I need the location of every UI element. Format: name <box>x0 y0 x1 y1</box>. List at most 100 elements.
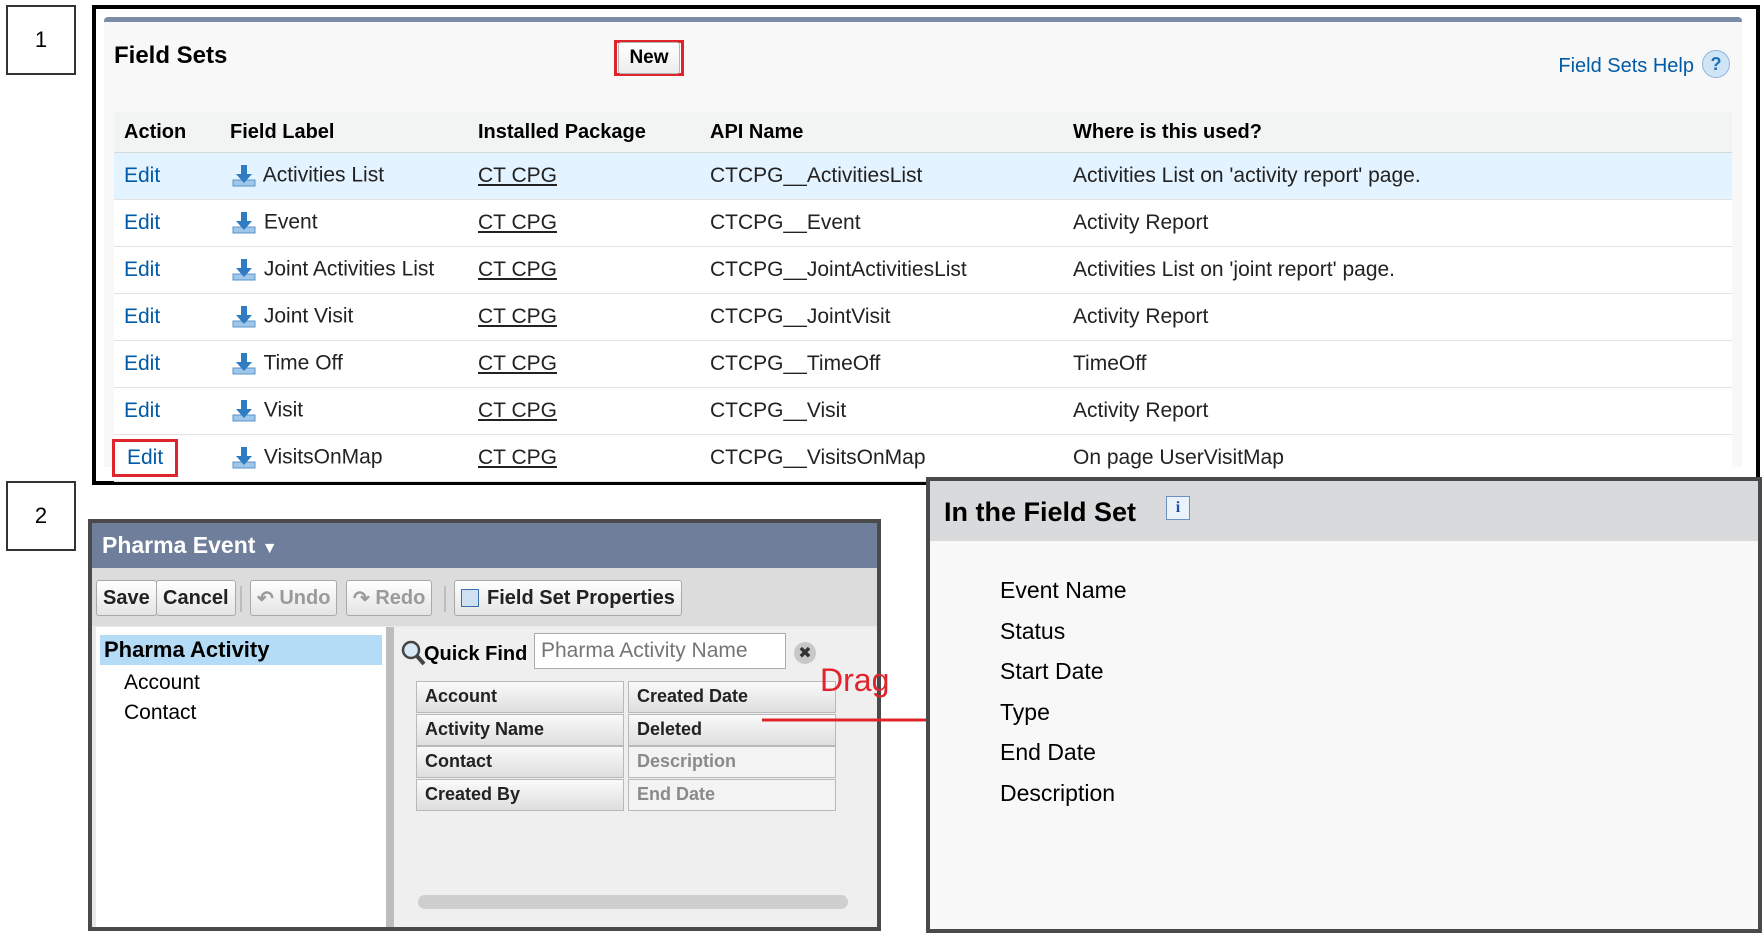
quick-find-input[interactable] <box>534 633 786 669</box>
column-header-field-label[interactable]: Field Label <box>220 112 468 153</box>
field-end-date[interactable]: End Date <box>628 779 836 811</box>
in-field-set-list: Event Name Status Start Date Type End Da… <box>1000 577 1127 820</box>
table-row: Edit Joint Activities List CT CPG CTCPG__J… <box>114 246 1732 294</box>
properties-icon <box>461 589 479 607</box>
where-used-cell: Activity Report <box>1063 199 1732 247</box>
edit-link[interactable]: Edit <box>124 352 160 375</box>
tree-item-account[interactable]: Account <box>96 665 386 695</box>
toolbar-divider <box>240 586 242 612</box>
field-label-cell: Joint Visit <box>220 293 468 341</box>
installed-package-cell: CT CPG <box>468 152 700 200</box>
cancel-button-label: Cancel <box>163 586 229 609</box>
package-link[interactable]: CT CPG <box>478 164 557 187</box>
field-label-cell: Event <box>220 199 468 247</box>
in-field-set-title: In the Field Set <box>944 497 1137 527</box>
field-set-item-end-date[interactable]: End Date <box>1000 739 1127 780</box>
info-icon[interactable]: i <box>1166 496 1190 520</box>
undo-button[interactable]: ↶ Undo <box>250 580 338 616</box>
table-row: Edit Joint Visit CT CPG CTCPG__JointVisit A… <box>114 293 1732 341</box>
package-link[interactable]: CT CPG <box>478 352 557 375</box>
field-sets-panel: Field Sets New Field Sets Help ? Action … <box>92 5 1760 485</box>
object-tree: Pharma Activity Account Contact <box>96 627 394 927</box>
download-icon <box>232 165 256 187</box>
where-used-cell: On page UserVisitMap <box>1063 434 1732 482</box>
horizontal-scrollbar[interactable] <box>418 895 848 909</box>
download-icon <box>232 400 256 422</box>
installed-package-cell: CT CPG <box>468 387 700 435</box>
download-icon <box>232 353 256 375</box>
installed-package-cell: CT CPG <box>468 293 700 341</box>
table-row: Edit Time Off CT CPG CTCPG__TimeOff TimeOff <box>114 340 1732 388</box>
save-button-label: Save <box>103 586 150 609</box>
field-set-item-type[interactable]: Type <box>1000 699 1127 740</box>
action-cell: Edit <box>114 387 220 435</box>
field-account[interactable]: Account <box>416 681 624 713</box>
table-row: Edit Activities List CT CPG CTCPG__Activit… <box>114 152 1732 200</box>
installed-package-cell: CT CPG <box>468 340 700 388</box>
field-set-item-status[interactable]: Status <box>1000 618 1127 659</box>
package-link[interactable]: CT CPG <box>478 258 557 281</box>
field-sets-section: Field Sets New Field Sets Help ? Action … <box>104 17 1742 482</box>
field-set-item-start-date[interactable]: Start Date <box>1000 658 1127 699</box>
download-icon <box>232 447 256 469</box>
download-icon <box>232 306 256 328</box>
edit-link[interactable]: Edit <box>124 399 160 422</box>
column-header-installed-package[interactable]: Installed Package <box>468 112 700 153</box>
table-row: Edit Event CT CPG CTCPG__Event Activity Rep… <box>114 199 1732 247</box>
download-icon <box>232 259 256 281</box>
action-cell: Edit <box>114 199 220 247</box>
tree-item-pharma-activity[interactable]: Pharma Activity <box>100 635 382 665</box>
api-name-cell: CTCPG__TimeOff <box>700 340 1063 388</box>
field-sets-help-link[interactable]: Field Sets Help <box>1558 55 1694 78</box>
action-cell: Edit <box>112 434 220 482</box>
action-cell: Edit <box>114 246 220 294</box>
search-icon <box>401 640 426 666</box>
new-button[interactable]: New <box>618 42 680 74</box>
action-cell: Edit <box>114 293 220 341</box>
field-label-cell: Activities List <box>220 152 468 200</box>
in-field-set-header: In the Field Set i <box>930 481 1758 541</box>
field-activity-name[interactable]: Activity Name <box>416 714 624 746</box>
field-set-item-description[interactable]: Description <box>1000 780 1127 821</box>
redo-button[interactable]: ↷ Redo <box>346 580 433 616</box>
field-set-item-event-name[interactable]: Event Name <box>1000 577 1127 618</box>
field-contact[interactable]: Contact <box>416 746 624 778</box>
field-label-cell: Time Off <box>220 340 468 388</box>
toolbar-divider <box>444 586 446 612</box>
package-link[interactable]: CT CPG <box>478 399 557 422</box>
edit-link[interactable]: Edit <box>124 258 160 281</box>
edit-link[interactable]: Edit <box>124 211 160 234</box>
field-description[interactable]: Description <box>628 746 836 778</box>
tree-item-contact[interactable]: Contact <box>96 695 386 725</box>
save-button[interactable]: Save <box>96 580 157 616</box>
edit-link[interactable]: Edit <box>112 439 179 477</box>
action-cell: Edit <box>114 340 220 388</box>
cancel-button[interactable]: Cancel <box>156 580 236 616</box>
help-icon[interactable]: ? <box>1702 50 1730 78</box>
step-2-badge: 2 <box>6 481 76 551</box>
field-sets-table-body: Edit Activities List CT CPG CTCPG__Activit… <box>112 152 1732 482</box>
field-label: VisitsOnMap <box>263 445 383 469</box>
package-link[interactable]: CT CPG <box>478 305 557 328</box>
edit-link[interactable]: Edit <box>124 164 160 187</box>
api-name-cell: CTCPG__Visit <box>700 387 1063 435</box>
field-label: Visit <box>263 398 304 422</box>
package-link[interactable]: CT CPG <box>478 211 557 234</box>
close-icon[interactable]: ✖ <box>794 642 816 664</box>
redo-button-label: Redo <box>375 586 426 609</box>
column-header-where-used[interactable]: Where is this used? <box>1063 112 1732 153</box>
field-created-by[interactable]: Created By <box>416 779 624 811</box>
new-button-highlight: New <box>614 40 684 76</box>
field-set-properties-button[interactable]: Field Set Properties <box>454 580 682 616</box>
column-header-api-name[interactable]: API Name <box>700 112 1063 153</box>
editor-title[interactable]: Pharma Event <box>102 532 255 558</box>
field-label: Activities List <box>262 163 385 187</box>
package-link[interactable]: CT CPG <box>478 446 557 469</box>
field-label: Time Off <box>263 351 343 375</box>
api-name-cell: CTCPG__JointActivitiesList <box>700 246 1063 294</box>
undo-button-label: Undo <box>279 586 331 609</box>
edit-link[interactable]: Edit <box>124 305 160 328</box>
step-1-number: 1 <box>34 27 48 52</box>
field-label: Event <box>263 210 318 234</box>
chevron-down-icon[interactable]: ▼ <box>262 540 278 557</box>
